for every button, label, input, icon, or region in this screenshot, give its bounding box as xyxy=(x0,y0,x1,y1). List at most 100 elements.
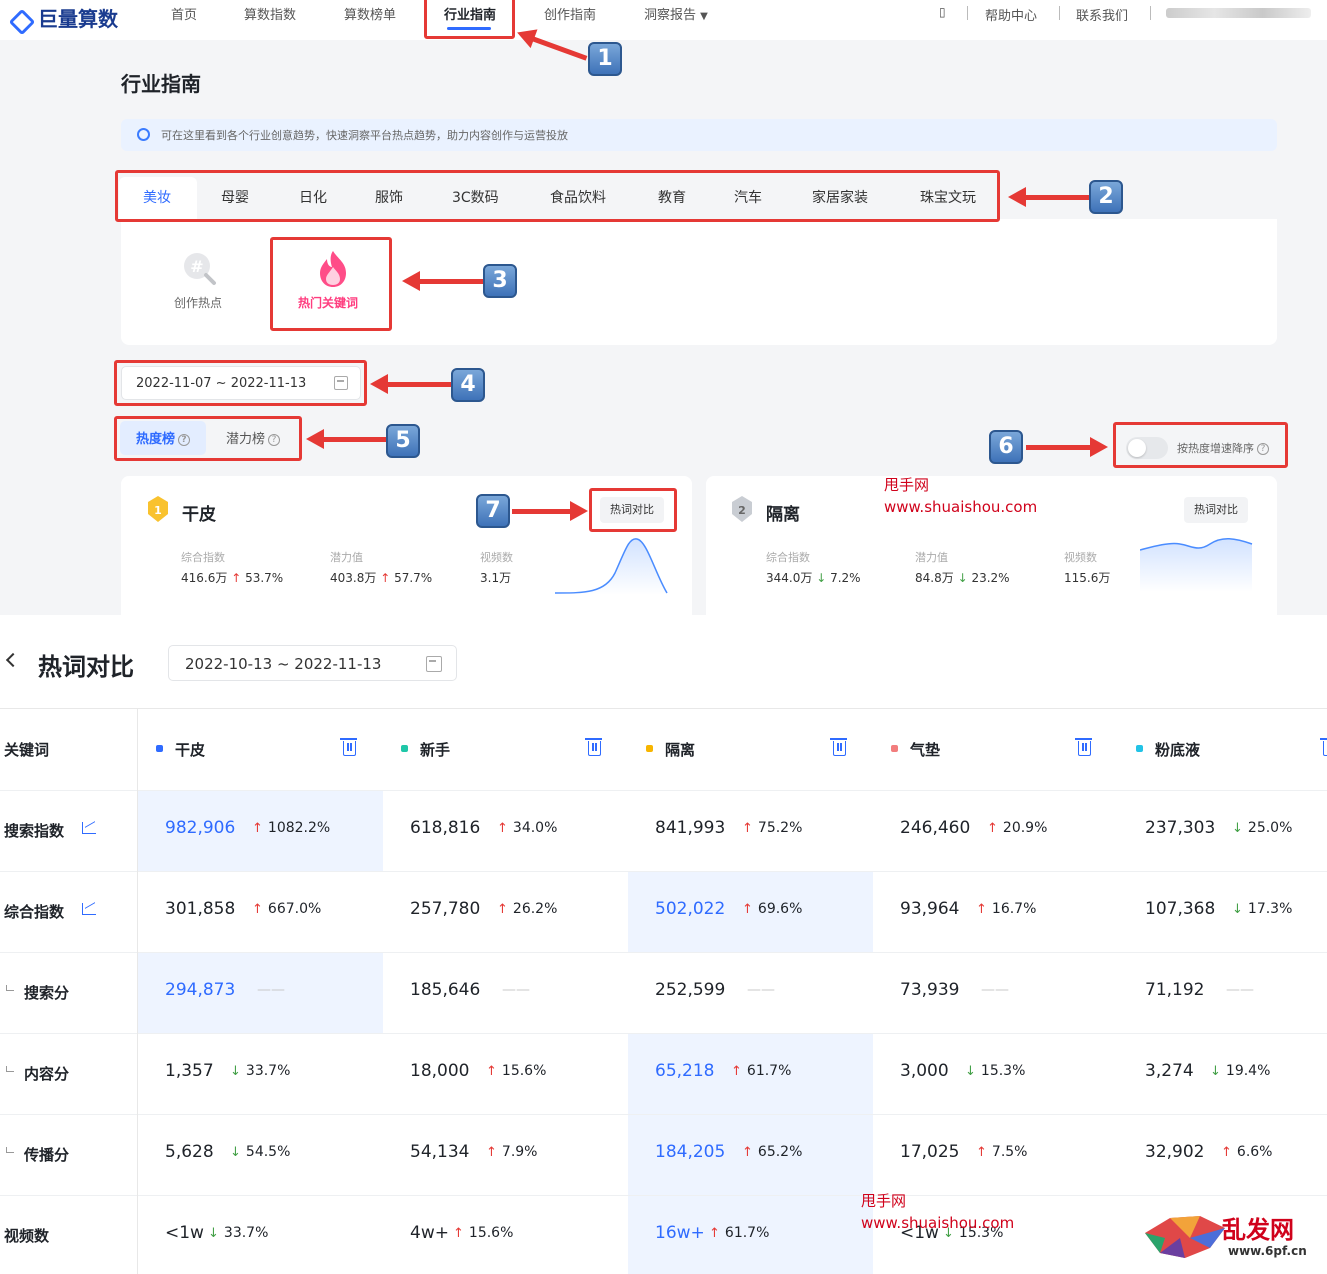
hashtag-search-icon[interactable]: # xyxy=(181,250,217,286)
annotation-arrow xyxy=(1008,187,1090,207)
delete-icon[interactable] xyxy=(1075,738,1092,756)
divider xyxy=(1059,6,1060,20)
corner-logo-url: www.6pf.cn xyxy=(1228,1244,1307,1258)
table-cell-value: 841,993 xyxy=(655,818,726,838)
blurred-account[interactable] xyxy=(1166,8,1311,18)
arrow-up-icon: ↑ xyxy=(453,1226,464,1241)
table-cell-change: ↑ 61.7% xyxy=(709,1225,770,1241)
table-cell-change: ↓ 17.3% xyxy=(1232,901,1293,917)
delete-icon[interactable] xyxy=(1320,738,1327,756)
delete-icon[interactable] xyxy=(340,738,357,756)
mobile-icon[interactable]: ▯ xyxy=(939,5,946,19)
table-cell-value: 237,303 xyxy=(1145,818,1216,838)
arrow-up-icon: ↑ xyxy=(731,1064,742,1079)
arrow-down-icon: ↓ xyxy=(965,1064,976,1079)
metric-label: 综合指数 xyxy=(181,551,225,564)
metric-value: 344.0万 ↓ 7.2% xyxy=(766,571,861,585)
annotation-box xyxy=(424,0,515,39)
table-cell-change: ↓ 19.4% xyxy=(1210,1063,1271,1079)
arrow-up-icon: ↑ xyxy=(486,1064,497,1079)
delete-icon[interactable] xyxy=(585,738,602,756)
arrow-down-icon: ↓ xyxy=(1210,1064,1221,1079)
table-cell-value: 246,460 xyxy=(900,818,971,838)
row-label: 视频数 xyxy=(4,1227,50,1245)
arrow-down-icon: ↓ xyxy=(208,1226,219,1241)
nav-rankings[interactable]: 算数榜单 xyxy=(344,4,396,23)
table-cell-change: ↑ 15.6% xyxy=(453,1225,514,1241)
table-cell-change: ↑ 7.5% xyxy=(976,1144,1028,1160)
compare-button[interactable]: 热词对比 xyxy=(1184,497,1248,523)
metric-value: 403.8万 ↑ 57.7% xyxy=(330,571,433,585)
table-cell-value: 32,902 xyxy=(1145,1142,1205,1162)
table-cell-change: ↑ 7.9% xyxy=(486,1144,538,1160)
row-label: 传播分 xyxy=(24,1146,70,1164)
column-header-keyword-name: 新手 xyxy=(420,741,451,759)
legend-swatch xyxy=(646,745,653,752)
brand-name: 巨量算数 xyxy=(38,7,118,31)
legend-swatch xyxy=(891,745,898,752)
callout-badge: 6 xyxy=(989,430,1023,464)
divider xyxy=(967,6,968,20)
keyword-compare-screen: 热词对比 2022-10-13 ~ 2022-11-13 关键词 干皮 新手 隔离 气垫… xyxy=(0,615,1327,1274)
trend-sparkline xyxy=(555,538,668,595)
arrow-down-icon: ↓ xyxy=(230,1064,241,1079)
annotation-box xyxy=(114,360,367,406)
table-cell-change: —— xyxy=(1226,982,1254,998)
brand-logo[interactable]: 巨量算数 xyxy=(6,3,118,32)
delete-icon[interactable] xyxy=(830,738,847,756)
table-cell-change: —— xyxy=(747,982,775,998)
table-cell-change: ↑ 667.0% xyxy=(252,901,322,917)
annotation-arrow xyxy=(1026,437,1108,457)
arrow-up-icon: ↑ xyxy=(742,821,753,836)
arrow-up-icon: ↑ xyxy=(976,902,987,917)
back-icon[interactable] xyxy=(5,652,21,668)
table-cell-value: 16w+ xyxy=(655,1223,705,1243)
compare-title: 热词对比 xyxy=(38,653,134,681)
trend-chart-icon[interactable] xyxy=(82,822,96,834)
table-cell-value: 184,205 xyxy=(655,1142,726,1162)
nav-creation-guide[interactable]: 创作指南 xyxy=(544,4,596,23)
table-cell-value: 18,000 xyxy=(410,1061,470,1081)
compare-date-picker[interactable]: 2022-10-13 ~ 2022-11-13 xyxy=(168,645,457,681)
table-cell-value: 1,357 xyxy=(165,1061,214,1081)
nav-help-center[interactable]: 帮助中心 xyxy=(985,5,1037,24)
arrow-up-icon: ↑ xyxy=(987,821,998,836)
metric-value: 115.6万 xyxy=(1064,571,1111,585)
table-row-divider xyxy=(0,871,1327,872)
table-cell-value: 73,939 xyxy=(900,980,960,1000)
table-cell-value: 54,134 xyxy=(410,1142,470,1162)
table-cell-value: 5,628 xyxy=(165,1142,214,1162)
table-cell-change: ↓ 25.0% xyxy=(1232,820,1293,836)
nav-contact-us[interactable]: 联系我们 xyxy=(1076,5,1128,24)
row-label: 综合指数 xyxy=(4,903,65,921)
row-label: 搜索分 xyxy=(24,984,70,1002)
callout-badge: 4 xyxy=(451,368,485,402)
annotation-box xyxy=(1113,422,1288,468)
annotation-box xyxy=(114,416,302,461)
trend-chart-icon[interactable] xyxy=(82,903,96,915)
svg-text:#: # xyxy=(190,257,203,276)
metric-label: 视频数 xyxy=(480,551,513,564)
column-header-keyword-name: 干皮 xyxy=(175,741,206,759)
table-cell-change: ↓ 54.5% xyxy=(230,1144,291,1160)
table-cell-change: ↑ 15.6% xyxy=(486,1063,547,1079)
nav-index[interactable]: 算数指数 xyxy=(244,4,296,23)
page-title: 行业指南 xyxy=(121,72,201,96)
annotation-arrow xyxy=(370,374,452,394)
table-column-divider xyxy=(137,708,138,1274)
metric-label: 潜力值 xyxy=(330,551,363,564)
metric-value: 3.1万 xyxy=(480,571,512,585)
corner-logo-text: 乱发网 xyxy=(1222,1215,1294,1244)
table-row-divider xyxy=(0,952,1327,953)
nav-home[interactable]: 首页 xyxy=(171,4,197,23)
nav-insight-report[interactable]: 洞察报告 ▼ xyxy=(644,4,708,23)
sub-row-indent-icon xyxy=(6,1147,14,1153)
arrow-up-icon: ↑ xyxy=(252,821,263,836)
table-cell-change: ↑ 65.2% xyxy=(742,1144,803,1160)
column-header-keyword-name: 粉底液 xyxy=(1155,741,1201,759)
metric-value: 416.6万 ↑ 53.7% xyxy=(181,571,284,585)
sub-tab-creation-hotspot[interactable]: 创作热点 xyxy=(174,294,222,311)
arrow-up-icon: ↑ xyxy=(486,1145,497,1160)
svg-text:2: 2 xyxy=(738,504,746,517)
corner-logo: 乱发网 www.6pf.cn xyxy=(1140,1208,1320,1268)
